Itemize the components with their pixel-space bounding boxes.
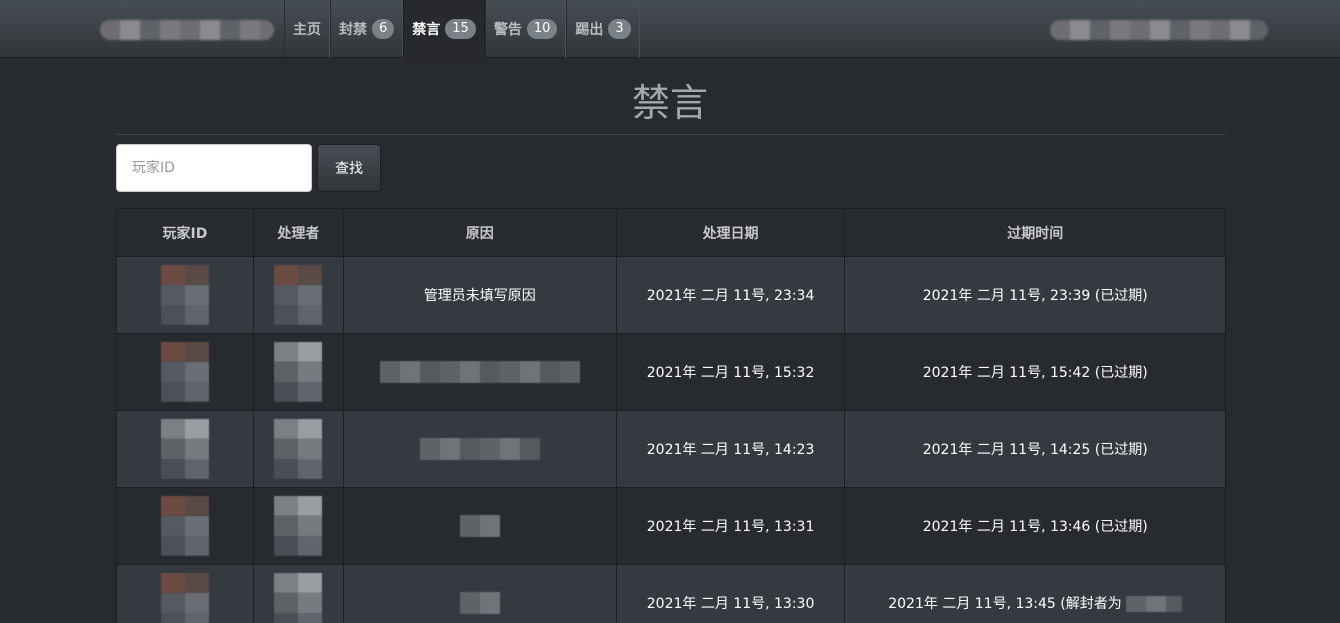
player-id-cell[interactable]	[116, 487, 254, 565]
redacted-unmuted-by	[1126, 596, 1183, 612]
reason-cell: 管理员未填写原因	[342, 256, 617, 334]
player-id-search-input[interactable]	[116, 144, 312, 192]
nav-item-label: 踢出	[575, 22, 604, 38]
redacted-operator-avatar	[274, 496, 323, 556]
table-row[interactable]: 2021年 二月 11号, 13:30 2021年 二月 11号, 13:45 …	[116, 564, 1226, 623]
redacted-player-avatar	[160, 419, 209, 479]
count-badge: 10	[526, 19, 558, 39]
operator-cell[interactable]	[252, 487, 344, 565]
operator-cell[interactable]	[252, 564, 344, 623]
player-id-cell[interactable]	[116, 256, 254, 334]
nav-item-label: 封禁	[339, 22, 367, 38]
title-divider	[116, 134, 1226, 135]
redacted-reason-text	[419, 438, 540, 460]
reason-cell	[342, 333, 617, 411]
date-cell: 2021年 二月 11号, 15:32	[615, 333, 846, 411]
nav-list: 主页 封禁 6 禁言 15 警告 10 踢出 3	[284, 0, 640, 58]
redacted-player-avatar	[160, 496, 209, 556]
column-header-expires[interactable]: 过期时间	[844, 208, 1226, 257]
table-row[interactable]: 2021年 二月 11号, 15:32 2021年 二月 11号, 15:42 …	[116, 333, 1226, 411]
mutes-table: 玩家ID 处理者 原因 处理日期 过期时间 管理员未填写原因 2021年 二月 …	[116, 208, 1226, 623]
redacted-reason-text	[379, 361, 580, 383]
count-badge: 6	[372, 19, 395, 39]
redacted-operator-avatar	[274, 419, 323, 479]
table-row[interactable]: 管理员未填写原因 2021年 二月 11号, 23:34 2021年 二月 11…	[116, 256, 1226, 334]
column-header-operator[interactable]: 处理者	[252, 208, 344, 257]
nav-item-label: 警告	[493, 22, 522, 38]
date-cell: 2021年 二月 11号, 13:30	[615, 564, 846, 623]
nav-item-bans[interactable]: 封禁 6	[330, 0, 404, 58]
top-navbar: 主页 封禁 6 禁言 15 警告 10 踢出 3	[0, 0, 1340, 58]
page-title: 禁言	[631, 81, 708, 125]
reason-cell	[342, 564, 617, 623]
operator-cell[interactable]	[252, 333, 344, 411]
redacted-player-avatar	[160, 265, 209, 325]
nav-item-kicks[interactable]: 踢出 3	[566, 0, 640, 58]
player-id-cell[interactable]	[116, 564, 254, 623]
nav-item-warnings[interactable]: 警告 10	[484, 0, 567, 58]
date-cell: 2021年 二月 11号, 14:23	[615, 410, 846, 488]
count-badge: 15	[445, 19, 476, 39]
redacted-reason-text	[459, 515, 500, 537]
reason-cell	[342, 410, 617, 488]
redacted-operator-avatar	[274, 573, 323, 623]
column-header-date[interactable]: 处理日期	[615, 208, 846, 257]
nav-item-label: 禁言	[412, 22, 441, 38]
expires-cell: 2021年 二月 11号, 13:46 (已过期)	[844, 487, 1226, 565]
redacted-server-link[interactable]	[1050, 20, 1268, 40]
player-id-cell[interactable]	[116, 333, 254, 411]
table-header-row: 玩家ID 处理者 原因 处理日期 过期时间	[116, 208, 1226, 257]
table-row[interactable]: 2021年 二月 11号, 13:31 2021年 二月 11号, 13:46 …	[116, 487, 1226, 565]
operator-cell[interactable]	[252, 410, 344, 488]
date-cell: 2021年 二月 11号, 13:31	[615, 487, 846, 565]
search-button[interactable]: 查找	[317, 144, 381, 192]
expires-cell: 2021年 二月 11号, 13:45 (解封者为	[844, 564, 1226, 623]
redacted-operator-avatar	[274, 342, 323, 402]
column-header-player-id[interactable]: 玩家ID	[116, 208, 254, 257]
redacted-reason-text	[459, 592, 500, 614]
reason-cell	[342, 487, 617, 565]
nav-item-label: 主页	[293, 22, 321, 38]
date-cell: 2021年 二月 11号, 23:34	[615, 256, 846, 334]
redacted-player-avatar	[160, 573, 209, 623]
column-header-reason[interactable]: 原因	[342, 208, 617, 257]
expires-cell: 2021年 二月 11号, 15:42 (已过期)	[844, 333, 1226, 411]
redacted-brand-logo[interactable]	[100, 20, 274, 40]
nav-item-home[interactable]: 主页	[284, 0, 330, 58]
redacted-player-avatar	[160, 342, 209, 402]
nav-item-mutes[interactable]: 禁言 15	[403, 0, 485, 58]
redacted-operator-avatar	[274, 265, 323, 325]
expires-cell: 2021年 二月 11号, 23:39 (已过期)	[844, 256, 1226, 334]
operator-cell[interactable]	[252, 256, 344, 334]
expires-cell: 2021年 二月 11号, 14:25 (已过期)	[844, 410, 1226, 488]
expires-text: 2021年 二月 11号, 13:45 (解封者为	[888, 596, 1122, 612]
table-row[interactable]: 2021年 二月 11号, 14:23 2021年 二月 11号, 14:25 …	[116, 410, 1226, 488]
count-badge: 3	[608, 19, 631, 39]
player-id-cell[interactable]	[116, 410, 254, 488]
